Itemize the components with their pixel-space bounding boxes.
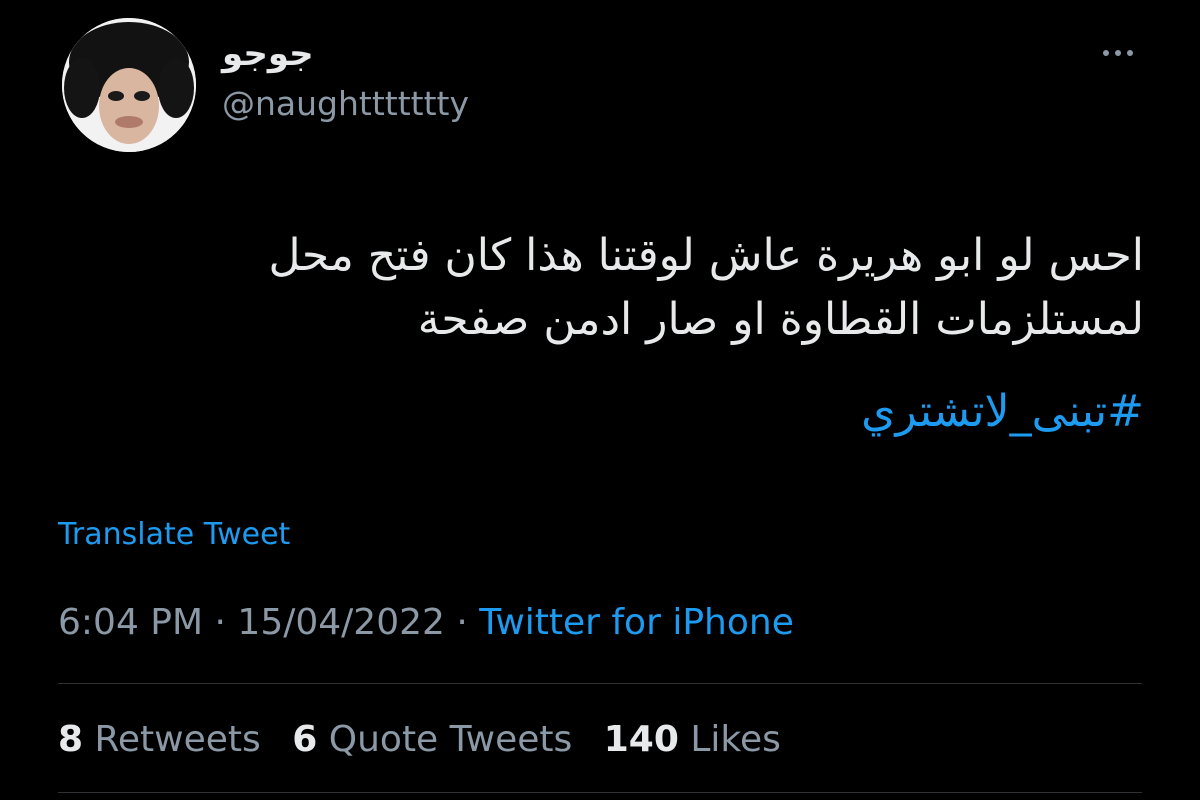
translate-tweet-link[interactable]: Translate Tweet [58, 515, 290, 555]
divider [58, 792, 1142, 793]
tweet-metadata: 6:04 PM · 15/04/2022 · Twitter for iPhon… [58, 600, 794, 646]
quote-tweets-stat[interactable]: 6 Quote Tweets [292, 719, 572, 760]
tweet-source-link[interactable]: Twitter for iPhone [479, 602, 794, 643]
more-horizontal-icon-dot [1115, 50, 1121, 56]
quote-tweets-label: Quote Tweets [328, 719, 573, 760]
more-options-button[interactable] [1096, 38, 1140, 68]
meta-separator: · [456, 602, 468, 643]
likes-count: 140 [603, 719, 679, 760]
tweet-time[interactable]: 6:04 PM [58, 602, 203, 643]
avatar[interactable] [62, 18, 196, 152]
tweet-text: احس لو ابو هريرة عاش لوقتنا هذا كان فتح … [64, 224, 1145, 352]
hashtag-link[interactable]: #تبنى_لاتشتري [861, 382, 1144, 442]
likes-stat[interactable]: 140 Likes [604, 719, 781, 760]
avatar-image [62, 18, 196, 152]
tweet-date[interactable]: 15/04/2022 [237, 602, 445, 643]
divider [58, 683, 1142, 684]
tweet-detail: جوجو @naughttttttty احس لو ابو هريرة عاش… [0, 0, 1200, 800]
engagement-stats: 8 Retweets 6 Quote Tweets 140 Likes [58, 717, 801, 763]
more-horizontal-icon-dot [1127, 50, 1133, 56]
retweets-stat[interactable]: 8 Retweets [58, 719, 261, 760]
retweets-label: Retweets [94, 719, 261, 760]
display-name[interactable]: جوجو [222, 34, 314, 74]
more-horizontal-icon [1103, 50, 1109, 56]
tweet-text-line: احس لو ابو هريرة عاش لوقتنا هذا كان فتح … [268, 230, 1145, 281]
retweets-count: 8 [58, 719, 84, 760]
username-handle[interactable]: @naughttttttty [222, 84, 469, 124]
quote-tweets-count: 6 [292, 719, 318, 760]
meta-separator: · [214, 602, 226, 643]
tweet-text-line: لمستلزمات القطاوة او صار ادمن صفحة [417, 294, 1144, 345]
likes-label: Likes [690, 719, 781, 760]
